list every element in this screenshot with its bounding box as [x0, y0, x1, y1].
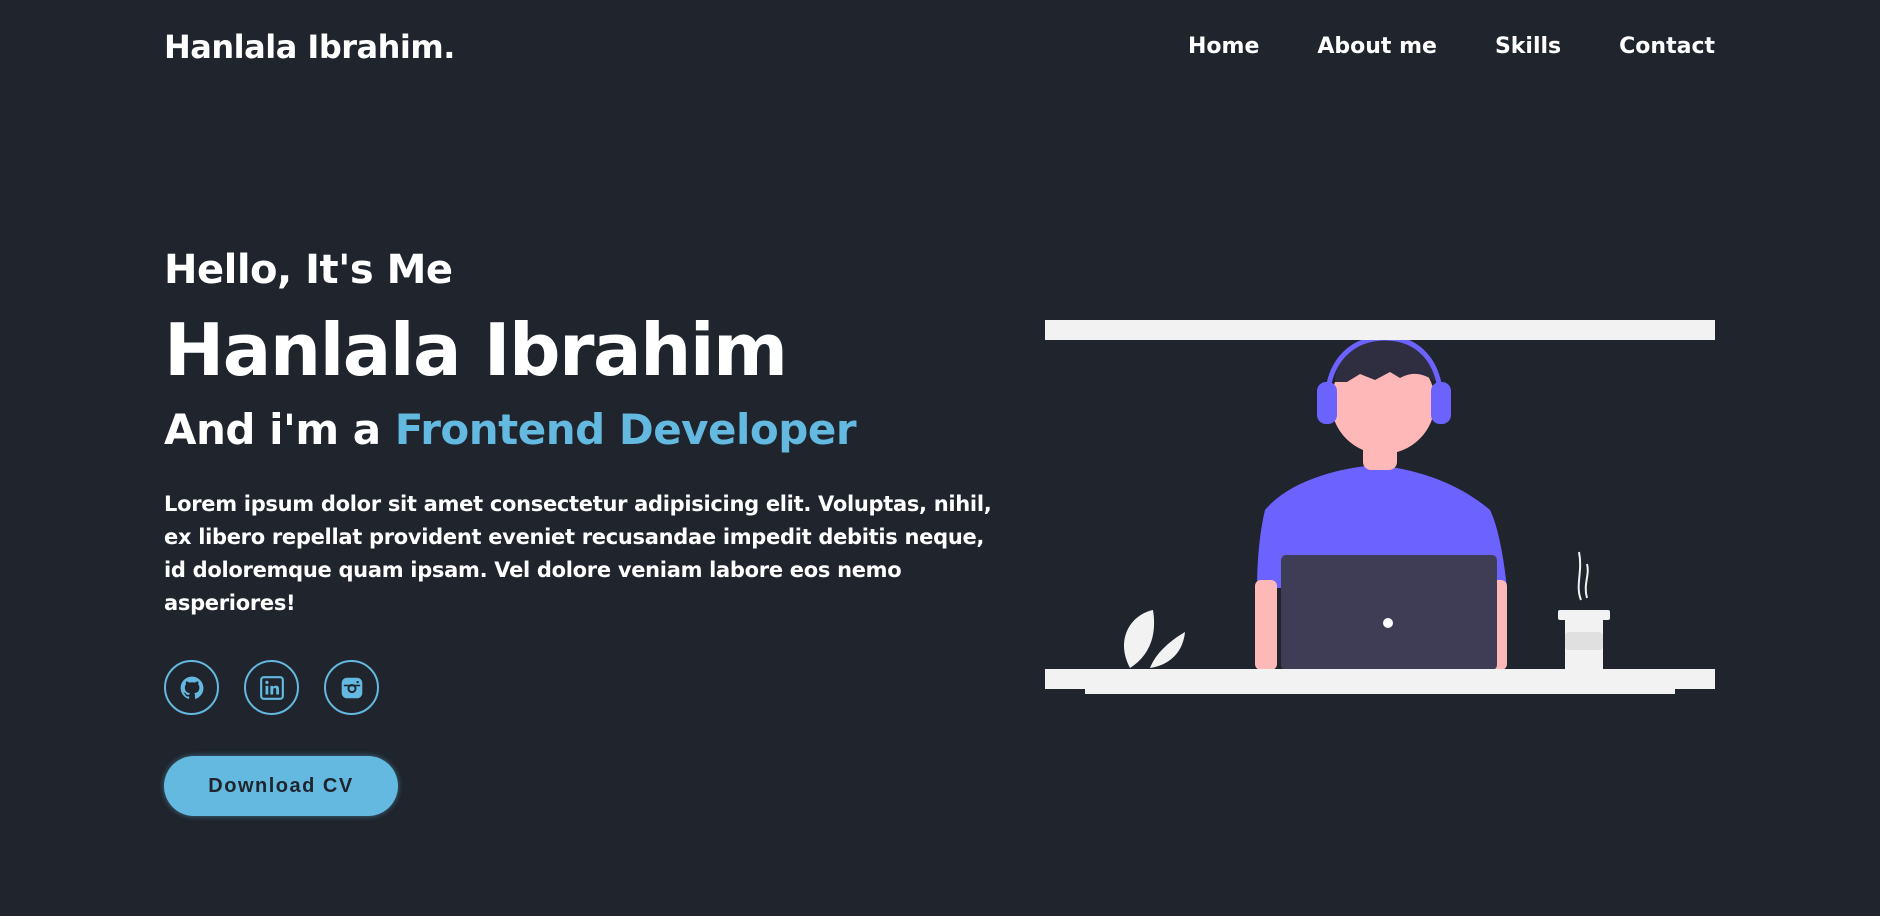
social-links: [164, 660, 1024, 715]
linkedin-link[interactable]: [244, 660, 299, 715]
cup-lid: [1558, 610, 1610, 620]
laptop-logo: [1383, 618, 1393, 628]
cup-steam: [1584, 563, 1589, 599]
cup-sleeve: [1565, 632, 1603, 650]
hero-section: Hello, It's Me Hanlala Ibrahim And i'm a…: [164, 240, 1024, 816]
laptop: [1281, 555, 1497, 670]
desk-top: [1045, 669, 1715, 689]
nav-about-link[interactable]: About me: [1317, 34, 1437, 59]
site-header: Hanlala Ibrahim. Home About me Skills Co…: [0, 0, 1880, 96]
plant-leaf-right: [1150, 632, 1185, 668]
hero-greeting: Hello, It's Me: [164, 247, 453, 293]
hero-role-highlight: Frontend Developer: [394, 405, 857, 454]
person-left-arm: [1255, 580, 1277, 670]
hero-role-prefix: And i'm a: [164, 405, 395, 454]
download-cv-button[interactable]: Download CV: [164, 756, 398, 816]
nav-skills-link[interactable]: Skills: [1495, 34, 1561, 59]
nav-home-link[interactable]: Home: [1188, 34, 1259, 59]
hero-name: Hanlala Ibrahim: [164, 308, 788, 392]
headphones-left-cup: [1317, 382, 1337, 424]
hero-description: Lorem ipsum dolor sit amet consectetur a…: [164, 492, 992, 615]
plant-leaf-left: [1123, 610, 1155, 668]
cup-steam: [1577, 551, 1582, 601]
instagram-icon: [341, 677, 362, 698]
github-link[interactable]: [164, 660, 219, 715]
desk-edge: [1085, 689, 1675, 694]
headphones-right-cup: [1431, 382, 1451, 424]
instagram-link[interactable]: [324, 660, 379, 715]
developer-illustration: [1045, 320, 1715, 694]
main-nav: Home About me Skills Contact: [1188, 34, 1715, 59]
hero-role: And i'm a Frontend Developer: [164, 400, 1024, 460]
site-logo[interactable]: Hanlala Ibrahim.: [164, 28, 455, 66]
nav-contact-link[interactable]: Contact: [1619, 34, 1715, 59]
github-icon: [180, 676, 203, 699]
desk-top: [1045, 320, 1715, 340]
linkedin-icon: [259, 675, 284, 700]
